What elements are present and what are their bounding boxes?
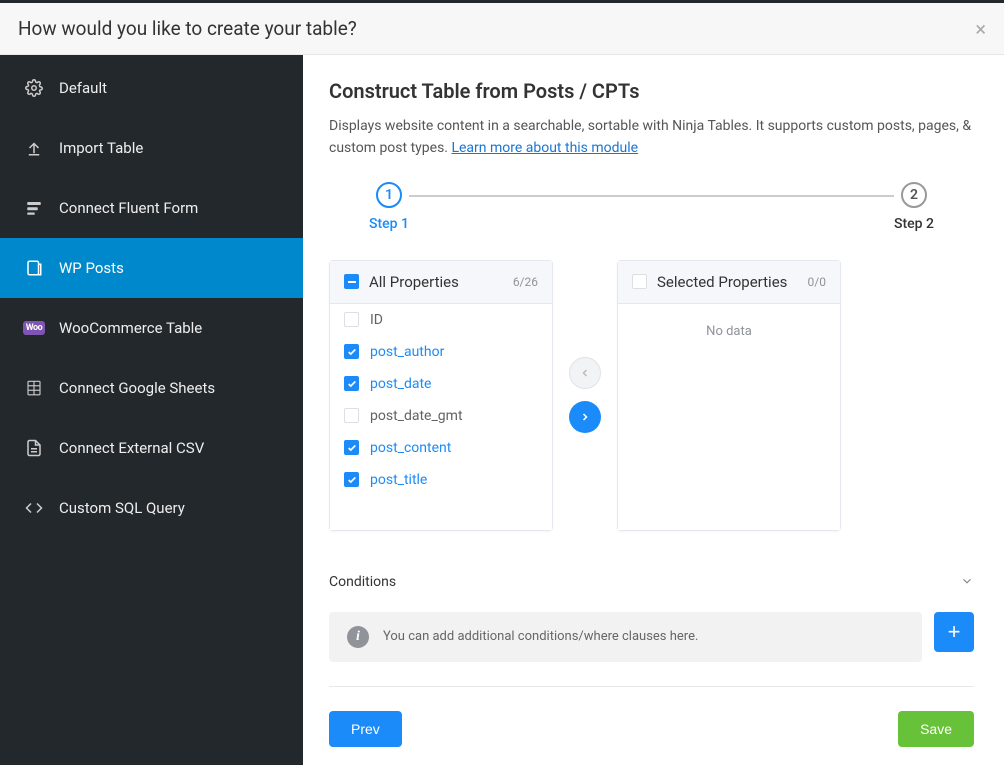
- transfer-left-button[interactable]: [569, 357, 601, 389]
- sheets-icon: [24, 378, 44, 398]
- property-item[interactable]: post_author: [330, 336, 552, 368]
- form-icon: [24, 198, 44, 218]
- step-2[interactable]: 2 Step 2: [894, 182, 934, 232]
- posts-icon: [24, 258, 44, 278]
- step-line: [409, 195, 894, 197]
- property-label: post_date: [370, 376, 431, 392]
- page-description: Displays website content in a searchable…: [329, 115, 974, 160]
- panel-title: All Properties: [369, 273, 513, 291]
- transfer-buttons: [569, 357, 601, 433]
- main-content: Construct Table from Posts / CPTs Displa…: [303, 55, 1004, 765]
- property-checkbox[interactable]: [344, 344, 359, 359]
- panel-count: 0/0: [808, 275, 826, 289]
- sidebar-item-default[interactable]: Default: [0, 58, 303, 118]
- empty-message: No data: [618, 304, 840, 359]
- learn-more-link[interactable]: Learn more about this module: [451, 140, 638, 156]
- sidebar-item-fluent-form[interactable]: Connect Fluent Form: [0, 178, 303, 238]
- property-checkbox[interactable]: [344, 376, 359, 391]
- property-label: ID: [370, 312, 383, 328]
- panel-count: 6/26: [513, 275, 538, 289]
- property-item[interactable]: ID: [330, 304, 552, 336]
- step-label: Step 1: [369, 216, 409, 232]
- step-circle: 1: [376, 182, 402, 208]
- sidebar-item-label: Connect Google Sheets: [59, 379, 215, 397]
- conditions-toggle[interactable]: Conditions: [329, 565, 974, 600]
- step-label: Step 2: [894, 216, 934, 232]
- transfer-panel: All Properties 6/26 ID post_author post_da…: [329, 260, 974, 531]
- sidebar-item-woocommerce[interactable]: Woo WooCommerce Table: [0, 298, 303, 358]
- modal-title: How would you like to create your table?: [18, 17, 357, 40]
- property-label: post_date_gmt: [370, 408, 463, 424]
- page-title: Construct Table from Posts / CPTs: [329, 79, 974, 103]
- property-checkbox[interactable]: [344, 408, 359, 423]
- save-button[interactable]: Save: [898, 711, 974, 747]
- conditions-row: i You can add additional conditions/wher…: [329, 612, 974, 662]
- upload-icon: [24, 138, 44, 158]
- modal-header: How would you like to create your table?…: [0, 3, 1004, 55]
- property-item[interactable]: post_date_gmt: [330, 400, 552, 432]
- step-1[interactable]: 1 Step 1: [369, 182, 409, 232]
- property-label: post_title: [370, 472, 427, 488]
- property-checkbox[interactable]: [344, 440, 359, 455]
- sidebar: Default Import Table Connect Fluent Form…: [0, 55, 303, 765]
- transfer-right: Selected Properties 0/0 No data: [617, 260, 841, 531]
- code-icon: [24, 498, 44, 518]
- add-condition-button[interactable]: +: [934, 612, 974, 652]
- info-icon: i: [347, 626, 369, 648]
- gear-icon: [24, 78, 44, 98]
- conditions-info: i You can add additional conditions/wher…: [329, 612, 922, 662]
- properties-list[interactable]: ID post_author post_date post_date_gmt post_…: [330, 304, 552, 530]
- chevron-down-icon: [960, 573, 974, 592]
- sidebar-item-import[interactable]: Import Table: [0, 118, 303, 178]
- property-item[interactable]: post_date: [330, 368, 552, 400]
- footer-buttons: Prev Save: [329, 711, 974, 747]
- sidebar-item-wp-posts[interactable]: WP Posts: [0, 238, 303, 298]
- sidebar-item-label: Default: [59, 79, 107, 97]
- sidebar-item-label: Connect External CSV: [59, 439, 204, 457]
- select-all-checkbox[interactable]: [344, 274, 359, 289]
- sidebar-item-label: Connect Fluent Form: [59, 199, 198, 217]
- sidebar-item-external-csv[interactable]: Connect External CSV: [0, 418, 303, 478]
- panel-header: Selected Properties 0/0: [618, 261, 840, 304]
- close-icon[interactable]: ×: [975, 19, 986, 39]
- property-item[interactable]: post_content: [330, 432, 552, 464]
- sidebar-item-label: Custom SQL Query: [59, 499, 185, 517]
- sidebar-item-sql[interactable]: Custom SQL Query: [0, 478, 303, 538]
- prev-button[interactable]: Prev: [329, 711, 402, 747]
- stepper: 1 Step 1 2 Step 2: [329, 182, 974, 232]
- select-all-checkbox[interactable]: [632, 274, 647, 289]
- property-label: post_author: [370, 344, 444, 360]
- property-item[interactable]: post_title: [330, 464, 552, 496]
- panel-header: All Properties 6/26: [330, 261, 552, 304]
- sidebar-item-label: WP Posts: [59, 259, 124, 277]
- info-text: You can add additional conditions/where …: [383, 629, 698, 644]
- transfer-left: All Properties 6/26 ID post_author post_da…: [329, 260, 553, 531]
- file-icon: [24, 438, 44, 458]
- step-circle: 2: [901, 182, 927, 208]
- sidebar-item-google-sheets[interactable]: Connect Google Sheets: [0, 358, 303, 418]
- divider: [329, 686, 974, 687]
- property-checkbox[interactable]: [344, 312, 359, 327]
- conditions-title: Conditions: [329, 574, 396, 590]
- transfer-right-button[interactable]: [569, 401, 601, 433]
- panel-title: Selected Properties: [657, 273, 808, 291]
- woocommerce-icon: Woo: [24, 318, 44, 338]
- property-label: post_content: [370, 440, 451, 456]
- property-checkbox[interactable]: [344, 472, 359, 487]
- sidebar-item-label: WooCommerce Table: [59, 319, 202, 337]
- sidebar-item-label: Import Table: [59, 139, 143, 157]
